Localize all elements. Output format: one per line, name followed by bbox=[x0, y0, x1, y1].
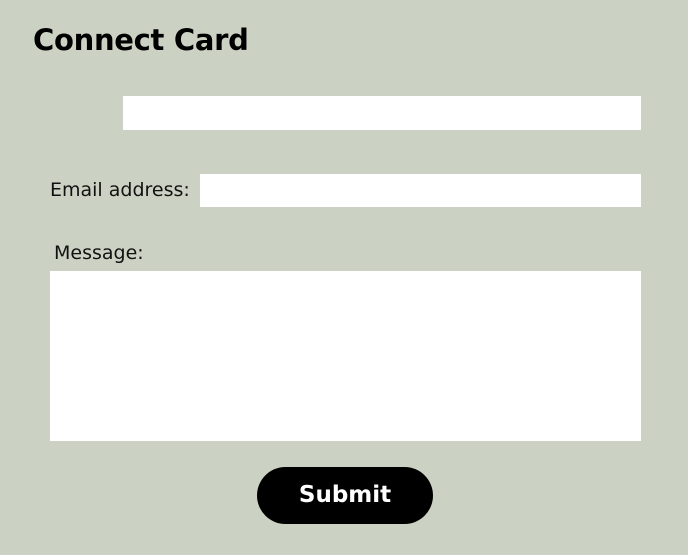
message-label: Message: bbox=[54, 242, 144, 264]
connect-card-form: Connect Card Email address: Message: Sub… bbox=[0, 0, 688, 555]
email-input[interactable] bbox=[200, 174, 641, 207]
submit-button[interactable]: Submit bbox=[257, 467, 433, 524]
message-textarea[interactable] bbox=[50, 271, 641, 441]
form-title: Connect Card bbox=[33, 23, 249, 57]
email-label: Email address: bbox=[50, 179, 190, 201]
name-input[interactable] bbox=[123, 96, 641, 130]
